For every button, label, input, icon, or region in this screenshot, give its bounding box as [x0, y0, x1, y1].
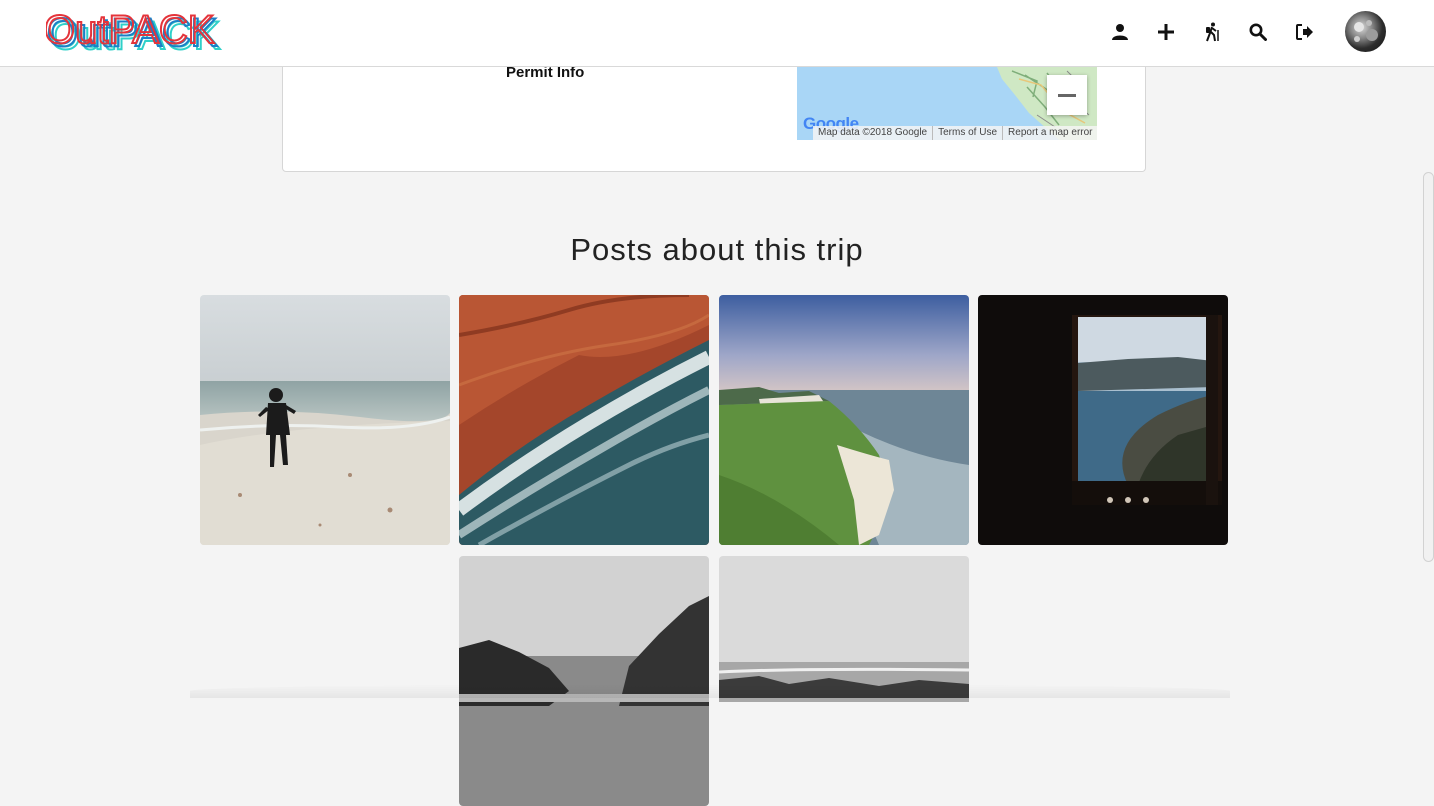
beach-walker-photo	[200, 295, 450, 545]
post-thumbnail-2[interactable]	[459, 295, 709, 545]
trip-map[interactable]: Google Map data ©2018 Google Terms of Us…	[797, 67, 1097, 140]
post-thumbnail-3[interactable]	[719, 295, 969, 545]
svg-text:OutPACK: OutPACK	[46, 9, 215, 52]
add-trip-plus-icon[interactable]	[1146, 14, 1186, 50]
posts-section-title: Posts about this trip	[570, 232, 864, 267]
sign-out-icon[interactable]	[1285, 14, 1325, 50]
outpack-logo[interactable]: OutPACK OutPACK OutPACK	[46, 9, 246, 55]
white-cliffs-photo	[719, 295, 969, 545]
page-scrollbar-thumb[interactable]	[1423, 172, 1434, 562]
map-report-error-link[interactable]: Report a map error	[1002, 126, 1097, 140]
top-navigation-bar: OutPACK OutPACK OutPACK	[0, 0, 1434, 67]
user-avatar[interactable]	[1345, 11, 1386, 52]
post-thumbnail-6[interactable]	[719, 556, 969, 806]
page-bottom-shadow	[190, 684, 1230, 698]
bw-ocean-photo	[719, 556, 969, 702]
search-icon[interactable]	[1238, 14, 1278, 50]
map-zoom-out-button[interactable]	[1047, 75, 1087, 115]
post-thumbnail-1[interactable]	[200, 295, 450, 545]
post-thumbnail-5[interactable]	[459, 556, 709, 806]
avatar-photo	[1354, 20, 1378, 42]
bw-cliffs-photo	[459, 556, 709, 806]
logo-wordmark: OutPACK OutPACK OutPACK	[46, 9, 222, 55]
post-thumbnail-4[interactable]	[978, 295, 1228, 545]
map-attribution-bar: Map data ©2018 Google Terms of Use Repor…	[813, 126, 1097, 140]
aerial-surf-photo	[459, 295, 709, 545]
hiker-icon[interactable]	[1192, 14, 1232, 50]
user-icon[interactable]	[1100, 14, 1140, 50]
window-view-photo	[978, 295, 1228, 545]
map-data-attribution: Map data ©2018 Google	[818, 127, 928, 138]
map-terms-link[interactable]: Terms of Use	[932, 126, 1002, 140]
